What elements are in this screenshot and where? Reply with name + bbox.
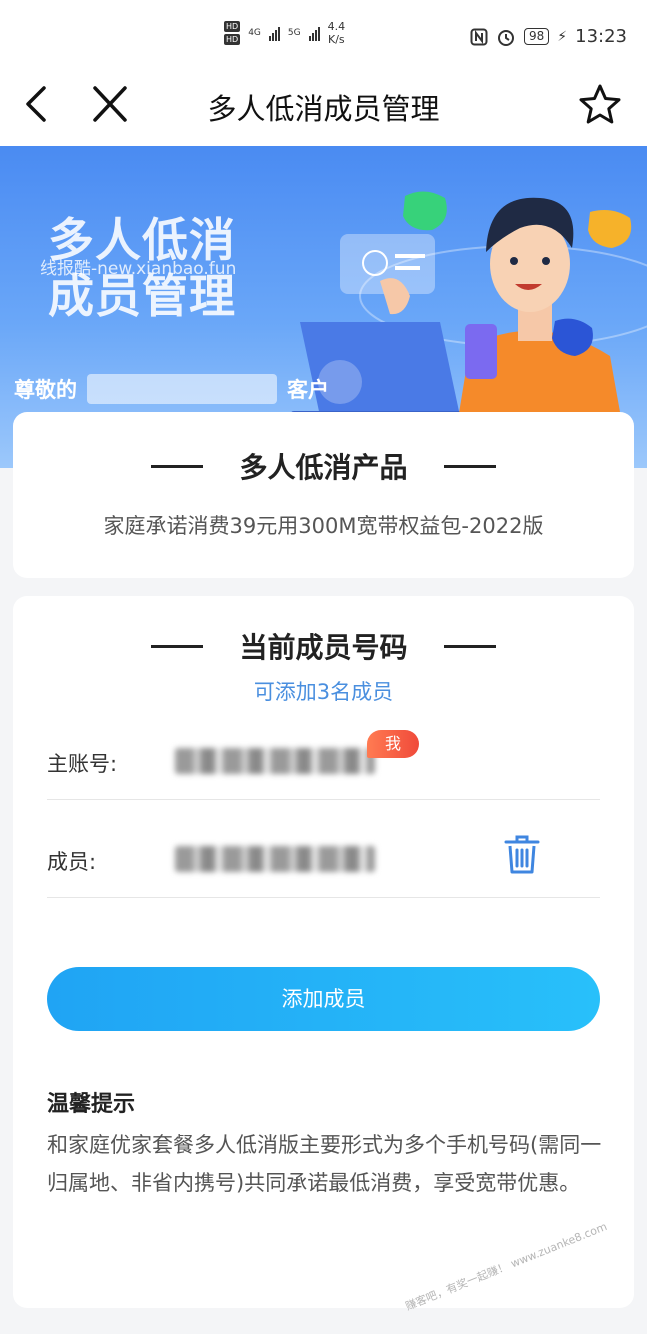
product-heading-text: 多人低消产品 — [239, 451, 408, 484]
battery-level: 98 — [524, 28, 550, 45]
customer-greeting: 尊敬的 客户 — [14, 374, 329, 404]
status-right: 98 ⚡ 13:23 — [470, 26, 627, 47]
favorite-star-icon[interactable] — [577, 82, 623, 128]
product-description: 家庭承诺消费39元用300M宽带权益包-2022版 — [103, 514, 544, 538]
nav-bar: 多人低消成员管理 — [0, 72, 647, 146]
heading-divider-left — [151, 644, 204, 648]
hd-badge-2: HD — [224, 34, 241, 45]
product-card: 多人低消产品 家庭承诺消费39元用300M宽带权益包-2022版 — [13, 412, 634, 578]
network-5g-label: 5G — [287, 28, 301, 38]
member-number-redacted — [175, 846, 375, 872]
status-left: HD HD 4G 5G 4.4 K/s — [224, 20, 345, 46]
heading-divider-left — [151, 464, 204, 468]
charging-icon: ⚡ — [557, 28, 568, 45]
main-account-label: 主账号: — [47, 752, 118, 776]
clock-time: 13:23 — [575, 26, 627, 47]
heading-divider-right — [443, 644, 496, 648]
page-title: 多人低消成员管理 — [207, 92, 440, 126]
members-heading-text: 当前成员号码 — [239, 631, 408, 664]
tips-title: 温馨提示 — [47, 1092, 136, 1117]
corner-watermark: 赚客吧，有奖一起赚！ www.zuanke8.com — [403, 1219, 609, 1313]
signal-2-icon — [308, 25, 320, 41]
members-card: 当前成员号码 可添加3名成员 主账号: 我 成员: 添加成员 温馨提示 和家庭优… — [13, 596, 634, 1313]
speed-value: 4.4 — [327, 20, 346, 33]
main-account-number-redacted — [175, 748, 375, 774]
banner-watermark: 线报酷-new.xianbao.fun — [40, 259, 237, 279]
alarm-icon — [498, 29, 514, 46]
nfc-icon — [470, 28, 488, 45]
delete-trash-icon[interactable] — [504, 834, 540, 874]
member-row: 成员: — [47, 800, 600, 898]
hd-badge-1: HD — [224, 21, 241, 32]
product-heading: 多人低消产品 — [13, 446, 634, 486]
greeting-suffix: 客户 — [287, 378, 329, 402]
main-account-row: 主账号: 我 — [47, 702, 600, 800]
signal-1-icon — [268, 25, 280, 41]
network-speed: 4.4 K/s — [328, 20, 346, 46]
status-bar: HD HD 4G 5G 4.4 K/s 98 ⚡ 13:23 — [0, 0, 647, 72]
greeting-prefix: 尊敬的 — [14, 378, 77, 402]
heading-divider-right — [443, 464, 496, 468]
speed-unit: K/s — [328, 33, 345, 46]
members-heading: 当前成员号码 — [13, 626, 634, 666]
redacted-phone-number — [87, 374, 277, 404]
network-4g-label: 4G — [248, 28, 261, 38]
tips-text: 和家庭优家套餐多人低消版主要形式为多个手机号码(需同一归属地、非省内携号)共同承… — [47, 1133, 602, 1195]
member-label: 成员: — [47, 850, 97, 874]
me-badge: 我 — [367, 730, 419, 758]
add-member-button[interactable]: 添加成员 — [47, 967, 600, 1031]
hd-indicators: HD HD — [224, 21, 241, 45]
